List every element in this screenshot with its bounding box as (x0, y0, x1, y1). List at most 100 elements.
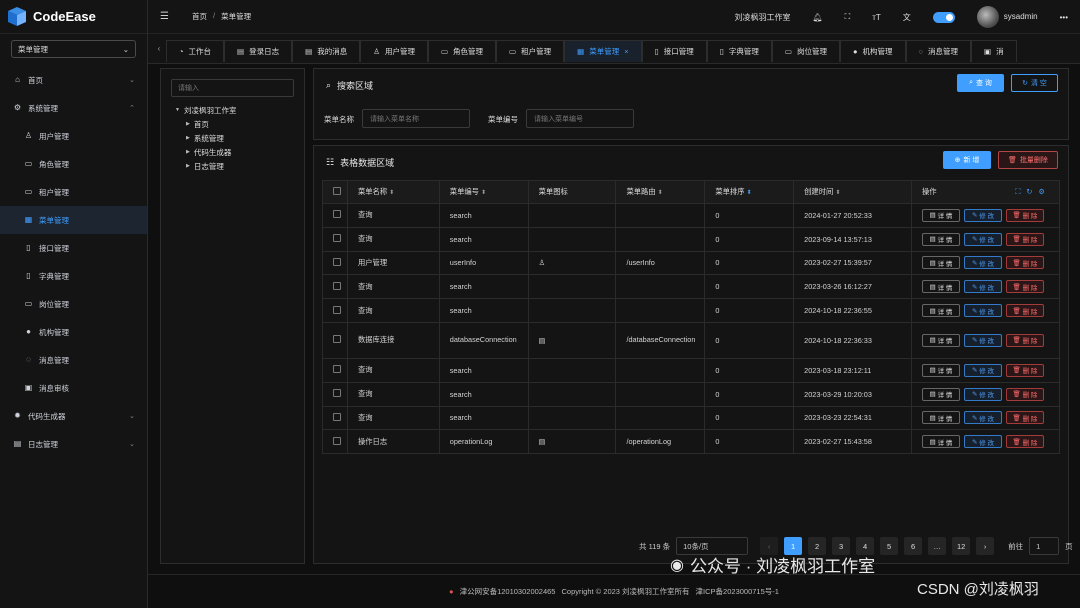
fullscreen-icon[interactable]: ⛶ (845, 12, 851, 22)
page-12[interactable]: 12 (952, 537, 971, 555)
tab-roles[interactable]: ▭ 角色管理 (427, 39, 497, 62)
edit-button[interactable]: ✎ 修 改 (963, 280, 1002, 294)
tab-scroll-left-icon[interactable]: ‹ (152, 44, 166, 53)
theme-toggle[interactable] (932, 11, 955, 23)
edit-button[interactable]: ✎ 修 改 (963, 363, 1002, 377)
batch-delete-button[interactable]: 🗑︎ 批量删除 (998, 151, 1058, 169)
detail-button[interactable]: ▤ 详 情 (921, 411, 960, 425)
col-header-created[interactable]: 创建时间 ⬍ (793, 180, 912, 204)
edit-button[interactable]: ✎ 修 改 (963, 256, 1002, 270)
select-all-checkbox[interactable] (333, 187, 341, 195)
sidebar-item-system[interactable]: ⚙ 系统管理 ⌃ (0, 94, 147, 122)
sidebar-item-users[interactable]: ♙ 用户管理 (0, 122, 147, 150)
row-checkbox[interactable] (333, 210, 341, 219)
col-header-sort[interactable]: 菜单排序 ⬍ (704, 180, 795, 204)
edit-button[interactable]: ✎ 修 改 (963, 387, 1002, 401)
sidebar-item-posts[interactable]: ▭ 岗位管理 (0, 290, 147, 318)
menu-select[interactable]: 菜单管理 ⌄ (11, 40, 136, 58)
icp-link[interactable]: 津ICP备2023000715号-1 (696, 586, 779, 597)
collapse-menu-icon[interactable]: ☰ (160, 11, 172, 22)
sidebar-item-messages[interactable]: ◌ 消息管理 (0, 346, 147, 374)
col-header-name[interactable]: 菜单名称 ⬍ (346, 180, 440, 204)
sidebar-item-home[interactable]: ⌂ 首页 ⌄ (0, 66, 147, 94)
sidebar-item-menus[interactable]: ▦ 菜单管理 (0, 206, 147, 234)
tree-node-root[interactable]: ▼ 刘凌枫羽工作室 (175, 103, 304, 117)
tab-menus[interactable]: ▦ 菜单管理 × (564, 39, 642, 62)
delete-button[interactable]: 🗑︎ 删 除 (1005, 411, 1044, 425)
tree-node-codegen[interactable]: ▶ 代码生成器 (186, 145, 304, 159)
page-6[interactable]: 6 (904, 537, 923, 555)
delete-button[interactable]: 🗑︎ 删 除 (1005, 208, 1044, 222)
delete-button[interactable]: 🗑︎ 删 除 (1005, 387, 1044, 401)
sidebar-item-codegen[interactable]: ✹ 代码生成器 ⌄ (0, 402, 147, 430)
detail-button[interactable]: ▤ 详 情 (921, 208, 960, 222)
reset-button[interactable]: ↻ 清 空 (1011, 74, 1058, 92)
detail-button[interactable]: ▤ 详 情 (921, 232, 960, 246)
edit-button[interactable]: ✎ 修 改 (963, 435, 1002, 449)
tree-node-system[interactable]: ▶ 系统管理 (186, 131, 304, 145)
tree-search-input[interactable]: 请输入 (171, 79, 294, 97)
tab-tenants[interactable]: ▭ 租户管理 (496, 39, 565, 62)
tree-node-logs[interactable]: ▶ 日志管理 (186, 159, 304, 173)
detail-button[interactable]: ▤ 详 情 (921, 256, 960, 270)
edit-button[interactable]: ✎ 修 改 (963, 208, 1002, 222)
col-header-route[interactable]: 菜单路由 ⬍ (615, 180, 706, 204)
detail-button[interactable]: ▤ 详 情 (921, 333, 960, 347)
row-checkbox[interactable] (333, 335, 341, 344)
delete-button[interactable]: 🗑︎ 删 除 (1005, 304, 1044, 318)
tab-dict[interactable]: ▯ 字典管理 (706, 39, 772, 62)
row-checkbox[interactable] (333, 305, 341, 314)
page-5[interactable]: 5 (880, 537, 899, 555)
row-checkbox[interactable] (333, 257, 341, 266)
row-checkbox[interactable] (333, 436, 341, 445)
refresh-icon[interactable]: ↻ (1026, 187, 1038, 196)
row-checkbox[interactable] (333, 365, 341, 374)
fullscreen-icon[interactable]: ⛶ (1015, 187, 1026, 196)
row-checkbox[interactable] (333, 234, 341, 243)
tab-my-messages[interactable]: ▤ 我的消息 (292, 39, 361, 62)
sidebar-item-logs[interactable]: ▤ 日志管理 ⌄ (0, 430, 147, 458)
menu-code-input[interactable]: 请输入菜单编号 (526, 109, 634, 128)
translate-icon[interactable]: 文 (903, 12, 911, 23)
detail-button[interactable]: ▤ 详 情 (921, 363, 960, 377)
tab-workbench[interactable]: ◔ 工作台 (166, 39, 225, 62)
row-checkbox[interactable] (333, 389, 341, 398)
tab-msg-audit[interactable]: ▣ 消 (971, 39, 1017, 62)
row-checkbox[interactable] (333, 412, 341, 421)
breadcrumb-home[interactable]: 首页 (192, 11, 207, 22)
font-size-icon[interactable]: ᴛT (872, 13, 881, 22)
tab-posts[interactable]: ▭ 岗位管理 (771, 39, 840, 62)
edit-button[interactable]: ✎ 修 改 (963, 304, 1002, 318)
add-button[interactable]: ⊕ 新 增 (943, 151, 991, 169)
row-checkbox[interactable] (333, 281, 341, 290)
goto-input[interactable]: 1 (1029, 537, 1060, 555)
sidebar-item-orgs[interactable]: ● 机构管理 (0, 318, 147, 346)
gear-icon[interactable]: ⚙ (1038, 187, 1051, 196)
user-menu[interactable]: sysadmin (976, 6, 1038, 28)
sidebar-item-msg-audit[interactable]: ▣ 消息审核 (0, 374, 147, 402)
tab-users[interactable]: ♙ 用户管理 (360, 39, 428, 62)
next-page-icon[interactable]: › (976, 537, 995, 555)
detail-button[interactable]: ▤ 详 情 (921, 280, 960, 294)
edit-button[interactable]: ✎ 修 改 (963, 411, 1002, 425)
menu-name-input[interactable]: 请输入菜单名称 (362, 109, 470, 128)
tab-messages[interactable]: ◌ 消息管理 (905, 39, 971, 62)
tab-apis[interactable]: ▯ 接口管理 (641, 39, 707, 62)
sidebar-item-apis[interactable]: ▯ 接口管理 (0, 234, 147, 262)
detail-button[interactable]: ▤ 详 情 (921, 435, 960, 449)
delete-button[interactable]: 🗑︎ 删 除 (1005, 333, 1044, 347)
col-header-code[interactable]: 菜单编号 ⬍ (438, 180, 529, 204)
close-icon[interactable]: × (624, 47, 628, 56)
sidebar-item-roles[interactable]: ▭ 角色管理 (0, 150, 147, 178)
beian-link[interactable]: 津公网安备12010302002465 (460, 586, 556, 597)
sidebar-item-tenants[interactable]: ▭ 租户管理 (0, 178, 147, 206)
tab-login-log[interactable]: ▤ 登录日志 (224, 39, 293, 62)
delete-button[interactable]: 🗑︎ 删 除 (1005, 280, 1044, 294)
page-ellipsis[interactable]: … (928, 537, 947, 555)
detail-button[interactable]: ▤ 详 情 (921, 304, 960, 318)
edit-button[interactable]: ✎ 修 改 (963, 333, 1002, 347)
delete-button[interactable]: 🗑︎ 删 除 (1005, 363, 1044, 377)
bell-icon[interactable]: 🔔︎ (812, 13, 822, 22)
delete-button[interactable]: 🗑︎ 删 除 (1005, 232, 1044, 246)
edit-button[interactable]: ✎ 修 改 (963, 232, 1002, 246)
